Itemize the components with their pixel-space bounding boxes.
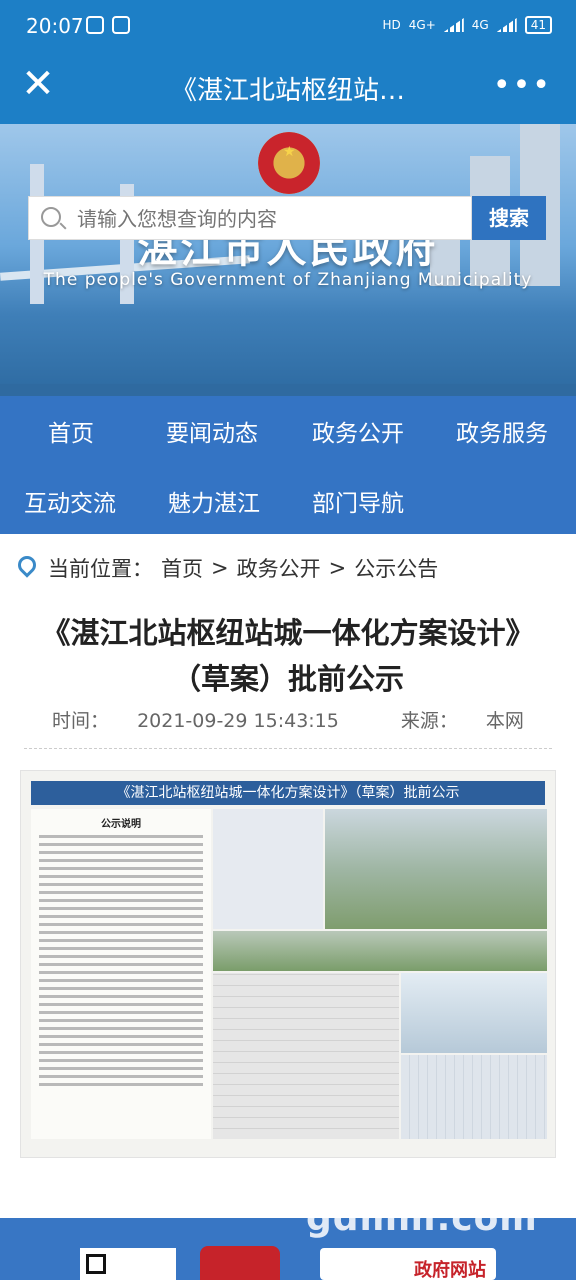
- search-icon: [41, 207, 61, 227]
- nav-item-interaction[interactable]: 互动交流: [24, 484, 116, 518]
- battery-icon: 41: [524, 16, 552, 34]
- breadcrumb-item-home[interactable]: 首页: [161, 553, 203, 583]
- network-label-hd: HD: [382, 18, 401, 32]
- source-label: 来源：: [400, 710, 458, 732]
- nav-item-public-affairs[interactable]: 政务公开: [312, 414, 404, 448]
- breadcrumb-item-announcements[interactable]: 公示公告: [354, 553, 438, 583]
- search-input[interactable]: [75, 197, 469, 241]
- emblem-star-icon: ★: [283, 144, 296, 160]
- signal-icon-2: [496, 18, 517, 32]
- article-source: 本网: [485, 710, 524, 732]
- signal-icon: [443, 18, 464, 32]
- divider: [24, 748, 552, 749]
- announcement-poster-image[interactable]: 《湛江北站枢纽站城一体化方案设计》（草案）批前公示 公示说明: [20, 770, 556, 1158]
- site-banner: ★ 湛江市人民政府 The people's Government of Zha…: [0, 124, 576, 396]
- poster-title: 《湛江北站枢纽站城一体化方案设计》（草案）批前公示: [31, 781, 545, 805]
- title-bar: ✕ 《湛江北站枢纽站… •••: [0, 54, 576, 124]
- national-emblem-icon: [258, 132, 320, 194]
- main-nav: 首页 要闻动态 政务公开 政务服务 互动交流 魅力湛江 部门导航: [0, 396, 576, 534]
- poster-aerial-rendering: [325, 809, 547, 929]
- time-label: 时间：: [52, 710, 110, 732]
- article-time: 2021-09-29 15:43:15: [137, 710, 339, 732]
- notification-icon: [112, 16, 130, 34]
- article-title-line2: （草案）批前公示: [171, 662, 404, 696]
- poster-site-plan: [213, 973, 399, 1139]
- close-icon[interactable]: ✕: [18, 64, 58, 104]
- alarm-icon: [86, 16, 104, 34]
- status-indicators: HD 4G+ 4G 41: [383, 16, 552, 34]
- page-title: 《湛江北站枢纽站…: [170, 76, 405, 106]
- nav-item-services[interactable]: 政务服务: [456, 414, 548, 448]
- qr-code-icon[interactable]: [80, 1248, 176, 1280]
- nav-item-news[interactable]: 要闻动态: [166, 414, 258, 448]
- nav-item-home[interactable]: 首页: [48, 414, 94, 448]
- party-badge-icon[interactable]: [200, 1246, 280, 1280]
- more-icon[interactable]: •••: [493, 68, 552, 103]
- location-pin-icon: [18, 556, 36, 580]
- breadcrumb-separator: >: [328, 556, 347, 580]
- poster-section-title: 公示说明: [101, 819, 141, 830]
- breadcrumb: 当前位置： 首页 > 政务公开 > 公示公告: [18, 548, 446, 588]
- poster-data-table: [213, 809, 323, 929]
- poster-interior-rendering: [401, 973, 547, 1053]
- search-button[interactable]: 搜索: [472, 196, 546, 240]
- article-title: 《湛江北站枢纽站城一体化方案设计》 （草案）批前公示: [20, 610, 556, 702]
- nav-item-departments[interactable]: 部门导航: [312, 484, 404, 518]
- sea-illustration: [0, 384, 576, 396]
- watermark: gdmm.com: [306, 1198, 538, 1239]
- status-bar: 20:07 HD 4G+ 4G 41: [0, 0, 576, 54]
- gov-site-link[interactable]: 政府网站: [320, 1248, 496, 1280]
- status-time: 20:07: [26, 14, 84, 38]
- article-meta: 时间： 2021-09-29 15:43:15 来源： 本网: [0, 706, 576, 733]
- article-title-line1: 《湛江北站枢纽站城一体化方案设计》: [41, 616, 535, 650]
- site-subtitle: The people's Government of Zhanjiang Mun…: [43, 270, 533, 290]
- network-label-4g-plus: 4G+: [408, 18, 436, 32]
- poster-text-column: 公示说明: [31, 809, 211, 1139]
- search-box: [28, 196, 472, 241]
- poster-city-rendering: [213, 931, 547, 971]
- breadcrumb-label: 当前位置：: [48, 557, 153, 581]
- poster-floor-plan: [401, 1055, 547, 1139]
- breadcrumb-separator: >: [211, 556, 229, 580]
- nav-item-charm[interactable]: 魅力湛江: [168, 484, 260, 518]
- breadcrumb-item-public-affairs[interactable]: 政务公开: [237, 553, 321, 583]
- network-label-4g: 4G: [471, 18, 489, 32]
